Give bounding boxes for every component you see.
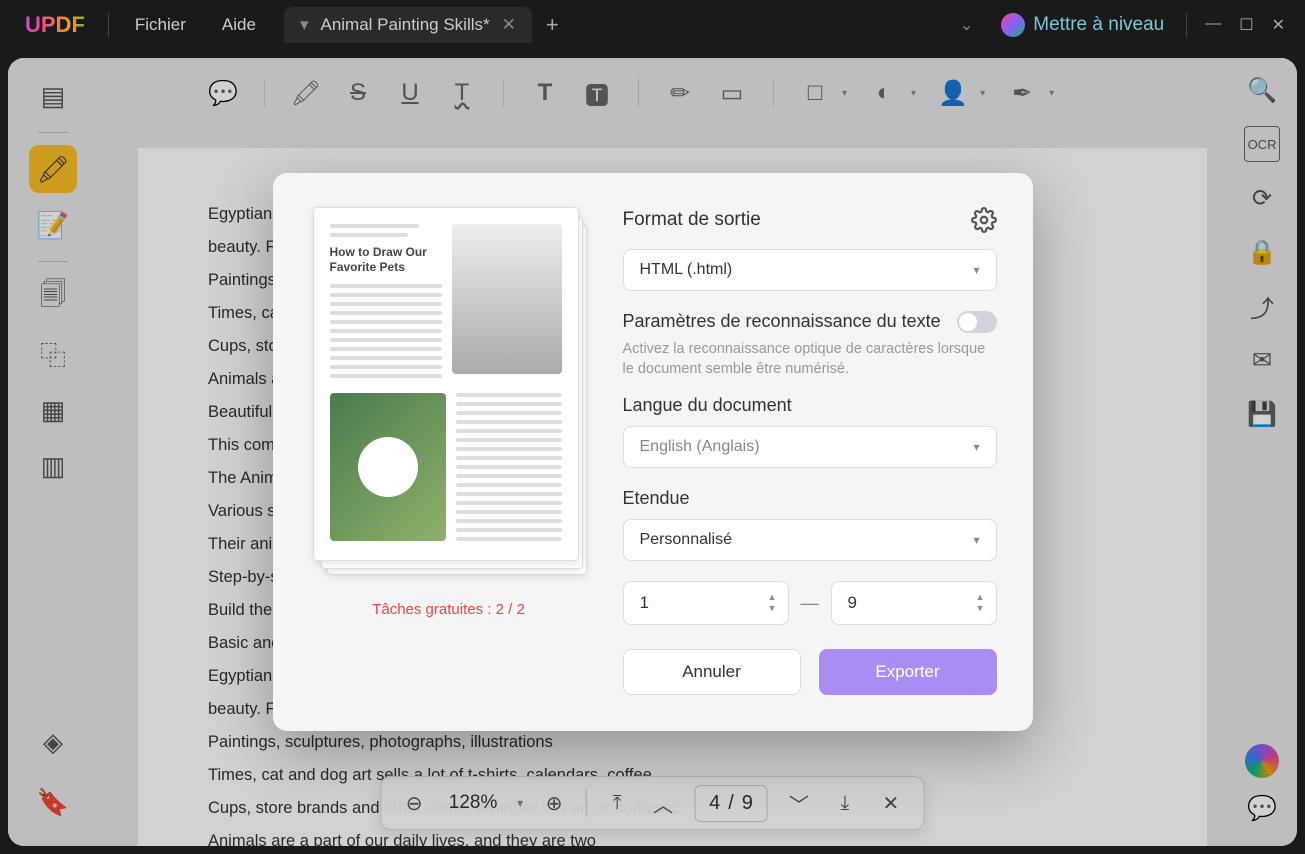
- menu-help[interactable]: Aide: [204, 15, 274, 35]
- preview-page-front: How to Draw Our Favorite Pets: [313, 207, 579, 561]
- language-value: English (Anglais): [640, 438, 760, 456]
- upgrade-icon: [1001, 13, 1025, 37]
- free-tasks-label: Tâches gratuites : 2 / 2: [372, 601, 525, 618]
- ocr-hint: Activez la reconnaissance optique de car…: [623, 339, 997, 380]
- menu-file[interactable]: Fichier: [117, 15, 204, 35]
- ocr-label: Paramètres de reconnaissance du texte: [623, 311, 941, 332]
- title-bar: UPDF Fichier Aide ▾ Animal Painting Skil…: [0, 0, 1305, 50]
- minimize-icon[interactable]: —: [1205, 15, 1221, 35]
- range-to-value: 9: [848, 593, 975, 613]
- range-value: Personnalisé: [640, 531, 733, 549]
- chevron-down-icon: ▾: [973, 263, 979, 277]
- tab-dropdown-icon[interactable]: ▾: [300, 15, 309, 35]
- range-to-input[interactable]: 9 ▲▼: [831, 581, 997, 625]
- range-from-input[interactable]: 1 ▲▼: [623, 581, 789, 625]
- divider: [108, 13, 109, 37]
- chevron-down-icon: ▾: [973, 533, 979, 547]
- range-dash: —: [801, 593, 819, 614]
- preview-column: How to Draw Our Favorite Pets: [309, 207, 589, 696]
- ocr-toggle[interactable]: [957, 311, 997, 333]
- cancel-button[interactable]: Annuler: [623, 649, 801, 695]
- range-label: Etendue: [623, 488, 997, 509]
- document-tab[interactable]: ▾ Animal Painting Skills* ✕: [284, 7, 532, 43]
- step-up-icon[interactable]: ▲: [975, 592, 986, 603]
- export-button[interactable]: Exporter: [819, 649, 997, 695]
- dropdown-icon[interactable]: ⌄: [946, 15, 987, 35]
- upgrade-label: Mettre à niveau: [1033, 14, 1164, 36]
- tab-title: Animal Painting Skills*: [320, 15, 489, 35]
- chevron-down-icon: ▾: [973, 440, 979, 454]
- format-value: HTML (.html): [640, 261, 733, 279]
- range-select[interactable]: Personnalisé ▾: [623, 519, 997, 561]
- preview-title: How to Draw Our Favorite Pets: [330, 245, 442, 276]
- language-label: Langue du document: [623, 395, 997, 416]
- gear-icon[interactable]: [971, 207, 997, 233]
- app-logo: UPDF: [10, 12, 100, 38]
- step-down-icon[interactable]: ▼: [767, 603, 778, 614]
- close-icon[interactable]: ✕: [502, 15, 516, 35]
- close-window-icon[interactable]: ✕: [1272, 15, 1285, 35]
- add-tab-button[interactable]: +: [532, 12, 573, 38]
- maximize-icon[interactable]: ☐: [1239, 15, 1253, 35]
- main-area: 💬 🖍 S U T T 🆃 ✏ ▭ □▾ ◐▾ 👤▾ ✒▾ ▤ 🖍 📝 🗐 ⿻ …: [8, 58, 1297, 846]
- divider: [1186, 13, 1187, 37]
- upgrade-button[interactable]: Mettre à niveau: [987, 13, 1178, 37]
- step-down-icon[interactable]: ▼: [975, 603, 986, 614]
- language-select[interactable]: English (Anglais) ▾: [623, 426, 997, 468]
- preview-plate-image: [330, 393, 446, 541]
- step-up-icon[interactable]: ▲: [767, 592, 778, 603]
- modal-overlay: How to Draw Our Favorite Pets: [8, 58, 1297, 846]
- export-dialog: How to Draw Our Favorite Pets: [273, 173, 1033, 732]
- export-form: Format de sortie HTML (.html) ▾ Paramètr…: [623, 207, 997, 696]
- range-from-value: 1: [640, 593, 767, 613]
- format-label: Format de sortie: [623, 209, 761, 231]
- window-controls: — ☐ ✕: [1195, 15, 1295, 35]
- preview-dog-image: [452, 224, 562, 374]
- format-select[interactable]: HTML (.html) ▾: [623, 249, 997, 291]
- preview-stack: How to Draw Our Favorite Pets: [313, 207, 585, 583]
